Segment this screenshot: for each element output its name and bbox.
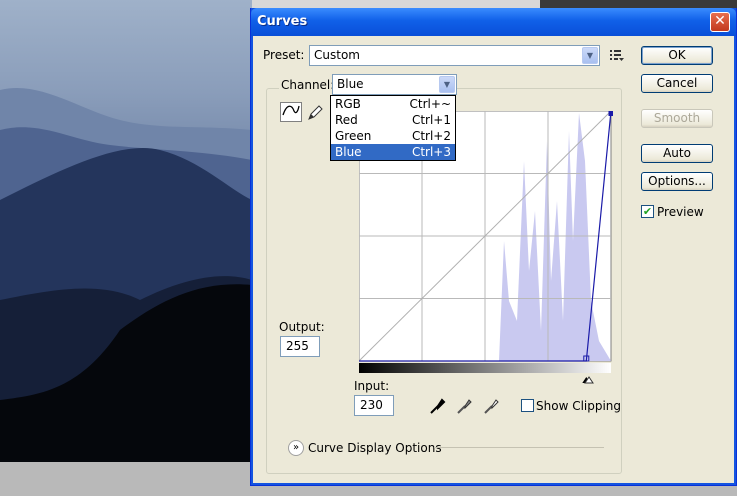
pencil-icon bbox=[308, 105, 323, 120]
chevron-down-icon: ▼ bbox=[439, 76, 455, 93]
option-shortcut: Ctrl+3 bbox=[411, 145, 451, 159]
preview-label: Preview bbox=[657, 205, 704, 219]
preset-label: Preset: bbox=[263, 48, 305, 62]
show-clipping-checkbox[interactable] bbox=[521, 399, 534, 412]
dialog-body: Preset: Custom ▼ OK Cancel Smooth Auto O… bbox=[254, 36, 733, 482]
input-field[interactable]: 230 bbox=[354, 395, 394, 416]
channel-label: Channel: bbox=[279, 78, 337, 92]
ok-button[interactable]: OK bbox=[641, 46, 713, 65]
channel-option-rgb[interactable]: RGB Ctrl+~ bbox=[331, 96, 455, 112]
output-label: Output: bbox=[279, 320, 325, 334]
input-gradient-bar bbox=[359, 363, 611, 373]
smooth-button[interactable]: Smooth bbox=[641, 109, 713, 128]
option-shortcut: Ctrl+1 bbox=[411, 113, 451, 127]
preset-value: Custom bbox=[314, 48, 360, 62]
show-clipping-label: Show Clipping bbox=[536, 399, 622, 413]
channel-value: Blue bbox=[337, 77, 364, 91]
option-name: Red bbox=[335, 113, 358, 127]
black-eyedropper-icon[interactable] bbox=[428, 397, 446, 415]
background-bottom bbox=[0, 462, 252, 496]
option-shortcut: Ctrl+~ bbox=[409, 97, 451, 111]
option-name: RGB bbox=[335, 97, 361, 111]
background-strip-dark bbox=[540, 0, 737, 8]
curve-point-end[interactable] bbox=[608, 111, 614, 116]
channel-select[interactable]: Blue ▼ bbox=[332, 74, 457, 95]
channel-option-blue[interactable]: Blue Ctrl+3 bbox=[331, 144, 455, 160]
options-button[interactable]: Options... bbox=[641, 172, 713, 191]
auto-button[interactable]: Auto bbox=[641, 144, 713, 163]
title-bar[interactable]: Curves ✕ bbox=[251, 8, 736, 36]
background-strip bbox=[252, 0, 540, 8]
close-button[interactable]: ✕ bbox=[710, 12, 730, 32]
channel-option-green[interactable]: Green Ctrl+2 bbox=[331, 128, 455, 144]
preset-select[interactable]: Custom ▼ bbox=[309, 45, 600, 66]
channel-dropdown-list: RGB Ctrl+~ Red Ctrl+1 Green Ctrl+2 Blue … bbox=[330, 95, 456, 161]
pencil-tool-button[interactable] bbox=[306, 104, 324, 122]
channel-option-red[interactable]: Red Ctrl+1 bbox=[331, 112, 455, 128]
preset-options-icon[interactable] bbox=[609, 48, 625, 62]
option-shortcut: Ctrl+2 bbox=[411, 129, 451, 143]
close-icon: ✕ bbox=[714, 13, 726, 29]
expand-icon[interactable]: » bbox=[288, 440, 304, 456]
chevron-down-icon: ▼ bbox=[582, 47, 598, 64]
curves-dialog: Curves ✕ Preset: Custom ▼ OK Cancel Smoo… bbox=[250, 8, 737, 486]
background-photo bbox=[0, 0, 252, 462]
input-label: Input: bbox=[354, 379, 390, 393]
option-name: Blue bbox=[335, 145, 362, 159]
curve-icon bbox=[282, 105, 300, 116]
option-name: Green bbox=[335, 129, 372, 143]
preview-checkbox[interactable]: ✔ bbox=[641, 205, 654, 218]
curve-display-options-label[interactable]: Curve Display Options bbox=[308, 441, 442, 455]
separator bbox=[434, 447, 604, 448]
white-eyedropper-icon[interactable] bbox=[482, 397, 500, 415]
gray-eyedropper-icon[interactable] bbox=[455, 397, 473, 415]
window-title: Curves bbox=[257, 14, 308, 29]
output-field[interactable]: 255 bbox=[280, 336, 320, 357]
curve-tool-button[interactable] bbox=[280, 102, 302, 122]
cancel-button[interactable]: Cancel bbox=[641, 74, 713, 93]
